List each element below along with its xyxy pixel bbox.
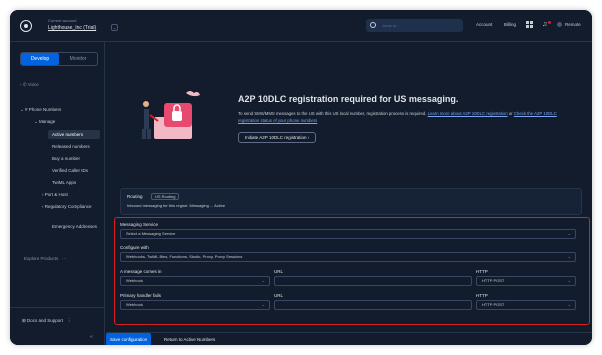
search-placeholder: Jump to...	[382, 23, 400, 28]
routing-panel: Routing US Routing Inbound messaging for…	[120, 188, 582, 215]
bottom-action-bar: Save configuration Return to Active Numb…	[106, 332, 592, 345]
sidebar-item-manage[interactable]: ⌄ Manage	[34, 119, 55, 125]
chevron-down-icon: ⌄	[567, 302, 571, 307]
nav-billing[interactable]: Billing	[504, 22, 516, 27]
account-label: Current account	[48, 18, 77, 23]
sidebar-item-active-numbers[interactable]: Active numbers	[52, 132, 83, 137]
chevron-down-icon: ⌄	[261, 302, 265, 307]
primary-handler-fails-method-label: HTTP	[476, 293, 488, 298]
chevron-down-icon: ⌄	[567, 231, 571, 236]
sidebar-item-docs-support[interactable]: ⊞ Docs and Support ⋮	[22, 318, 71, 324]
notification-dot	[548, 21, 551, 24]
account-name-link[interactable]: Lighthouse_Inc (Trial)	[48, 25, 96, 31]
routing-badge: US Routing	[151, 193, 180, 200]
registration-illustration	[142, 91, 200, 139]
sidebar-divider	[10, 307, 105, 308]
routing-description: Inbound messaging for this region: Messa…	[127, 203, 226, 208]
message-comes-in-type-select[interactable]: Webhook ⌄	[120, 276, 270, 286]
sidebar-item-verified-caller-ids[interactable]: Verified Caller IDs	[52, 168, 88, 173]
primary-handler-fails-url-input[interactable]	[274, 300, 472, 310]
message-comes-in-label: A message comes in	[120, 269, 162, 274]
configure-with-select[interactable]: Webhooks, TwiML Bins, Functions, Studio,…	[120, 252, 576, 262]
apps-grid-icon[interactable]	[526, 21, 533, 28]
user-avatar-icon[interactable]	[557, 22, 562, 27]
configure-with-label: Configure with	[120, 245, 149, 250]
message-comes-in-method-label: HTTP	[476, 269, 488, 274]
initiate-registration-button[interactable]: Initiate A2P 10DLC registration ›	[238, 132, 317, 143]
chevron-down-icon: ⌄	[567, 254, 571, 259]
chevron-down-icon: ⌄	[261, 278, 265, 283]
return-to-active-numbers-button[interactable]: Return to Active Numbers	[164, 333, 215, 345]
account-switch-icon[interactable]: ⌄	[111, 24, 118, 31]
top-bar: Current account Lighthouse_Inc (Trial) ⌄…	[10, 10, 592, 42]
user-menu[interactable]: Remote	[565, 22, 581, 27]
banner-title: A2P 10DLC registration required for US m…	[238, 94, 459, 104]
sidebar-item-phone-numbers[interactable]: ⌄ # Phone Numbers	[20, 107, 61, 113]
app-window: Current account Lighthouse_Inc (Trial) ⌄…	[10, 10, 592, 345]
save-configuration-button[interactable]: Save configuration	[106, 333, 152, 345]
sidebar: Develop Monitor › ✆ Voice ⌄ # Phone Numb…	[10, 42, 105, 345]
message-comes-in-method-select[interactable]: HTTP POST ⌄	[476, 276, 576, 286]
primary-handler-fails-method-select[interactable]: HTTP POST ⌄	[476, 300, 576, 310]
tab-monitor[interactable]: Monitor	[59, 53, 97, 65]
nav-account[interactable]: Account	[476, 22, 492, 27]
messaging-service-select[interactable]: Select a Messaging Service ⌄	[120, 229, 576, 239]
sidebar-item-released-numbers[interactable]: Released numbers	[52, 144, 90, 149]
sidebar-item-voice[interactable]: › ✆ Voice	[20, 82, 39, 88]
primary-handler-fails-url-label: URL	[274, 293, 284, 298]
sidebar-item-emergency-addresses[interactable]: Emergency Addresses	[52, 224, 98, 230]
collapse-sidebar-icon[interactable]: «	[90, 334, 93, 340]
logo-icon[interactable]	[20, 20, 32, 32]
sidebar-item-buy-number[interactable]: Buy a number	[52, 156, 80, 161]
sidebar-item-port-host[interactable]: › Port & Host	[42, 192, 68, 197]
banner-text: To send SMS/MMS messages to the US with …	[238, 111, 557, 123]
search-icon	[370, 22, 376, 28]
learn-more-link[interactable]: Learn more about A2P 10DLC registration	[428, 111, 508, 116]
chevron-down-icon: ⌄	[567, 278, 571, 283]
tab-develop[interactable]: Develop	[21, 53, 59, 65]
sidebar-item-regulatory-compliance[interactable]: › Regulatory Compliance	[42, 204, 98, 210]
sidebar-item-explore-products[interactable]: Explore Products ⋯	[24, 256, 67, 262]
message-comes-in-url-input[interactable]	[274, 276, 472, 286]
bell-icon[interactable]: ♫	[542, 21, 547, 28]
message-comes-in-url-label: URL	[274, 269, 284, 274]
search-input[interactable]: Jump to...	[366, 19, 463, 32]
primary-handler-fails-label: Primary handler fails	[120, 293, 162, 298]
messaging-service-label: Messaging Service	[120, 222, 159, 227]
routing-label: Routing	[127, 194, 143, 199]
sidebar-item-twiml-apps[interactable]: TwiML Apps	[52, 180, 76, 185]
primary-handler-fails-type-select[interactable]: Webhook ⌄	[120, 300, 270, 310]
sidebar-tabs: Develop Monitor	[20, 52, 98, 66]
